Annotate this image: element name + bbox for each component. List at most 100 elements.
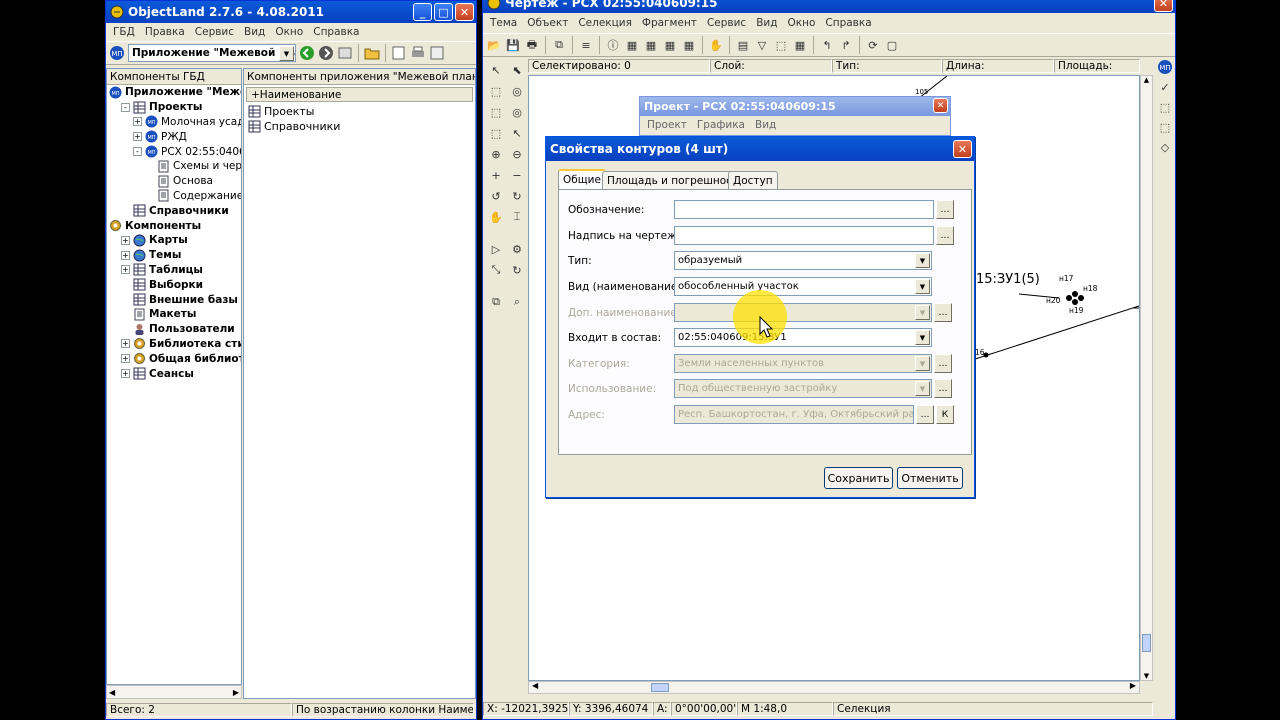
zoom-in-icon[interactable]: ⊕ bbox=[487, 145, 505, 163]
node6-icon[interactable]: ↖ bbox=[508, 124, 526, 142]
scroll-right-icon[interactable]: ▶ bbox=[1130, 681, 1136, 690]
table5-icon[interactable]: ▦ bbox=[792, 37, 808, 53]
frame-icon[interactable]: ⬚ bbox=[1157, 99, 1173, 115]
table2-icon[interactable]: ▦ bbox=[643, 37, 659, 53]
field-input[interactable]: 02:55:040609:15:ЗУ1 ▼ bbox=[674, 328, 932, 347]
chevron-down-icon[interactable]: ▼ bbox=[915, 279, 930, 294]
tree-item[interactable]: Выборки bbox=[107, 277, 241, 292]
expand-icon[interactable]: + bbox=[121, 235, 130, 245]
expand-icon[interactable]: + bbox=[121, 265, 130, 275]
refresh-icon[interactable]: ⟳ bbox=[865, 37, 881, 53]
tree-hscrollbar[interactable]: ◀ ▶ bbox=[106, 685, 242, 699]
layers-icon[interactable]: ≡ bbox=[578, 37, 594, 53]
tree-item[interactable]: Схемы и чертежи bbox=[107, 159, 241, 174]
browse-button[interactable]: … bbox=[936, 200, 954, 219]
select-icon[interactable]: ⬉ bbox=[508, 61, 526, 79]
tab-access[interactable]: Доступ bbox=[728, 171, 778, 189]
rotate-icon[interactable]: ↻ bbox=[508, 261, 526, 279]
save-icon[interactable]: 💾 bbox=[505, 37, 521, 53]
menu-graphics[interactable]: Графика bbox=[692, 119, 750, 131]
canvas-vscrollbar[interactable]: ▲ ▼ bbox=[1140, 75, 1153, 681]
pointer-icon[interactable]: ▷ bbox=[487, 240, 505, 258]
browse-button[interactable]: … bbox=[936, 226, 954, 245]
menu-view[interactable]: Вид bbox=[750, 119, 781, 131]
check-icon[interactable]: ✓ bbox=[1157, 79, 1173, 95]
forward-icon[interactable] bbox=[318, 45, 334, 61]
tree-item[interactable]: + Сеансы bbox=[107, 366, 241, 381]
chevron-down-icon[interactable]: ▼ bbox=[915, 381, 930, 396]
menu-help[interactable]: Справка bbox=[820, 17, 876, 29]
dialog-close-button[interactable]: ✕ bbox=[953, 140, 972, 158]
tree-item[interactable]: + Таблицы bbox=[107, 263, 241, 278]
resize-icon[interactable]: ⤡ bbox=[487, 261, 505, 279]
close-button[interactable]: ✕ bbox=[455, 3, 474, 21]
node3-icon[interactable]: ⬚ bbox=[487, 103, 505, 121]
tree-item[interactable]: Содержание bbox=[107, 189, 241, 204]
diamond-icon[interactable]: ◇ bbox=[1157, 139, 1173, 155]
save-button[interactable]: Сохранить bbox=[824, 467, 893, 489]
menu-theme[interactable]: Тема bbox=[485, 17, 522, 29]
menu-gbd[interactable]: ГБД bbox=[108, 26, 140, 38]
copy-icon[interactable]: ⧉ bbox=[551, 37, 567, 53]
tree-item[interactable]: -МП РСХ 02:55:040609 bbox=[107, 144, 241, 159]
scroll-left-icon[interactable]: ◀ bbox=[109, 688, 115, 697]
node2-icon[interactable]: ◎ bbox=[508, 82, 526, 100]
scroll-thumb-h[interactable] bbox=[651, 683, 669, 692]
print-icon[interactable] bbox=[410, 45, 426, 61]
rotate-left-icon[interactable]: ↺ bbox=[487, 187, 505, 205]
menu-service[interactable]: Сервис bbox=[702, 17, 751, 29]
info-icon[interactable]: ⓘ bbox=[605, 37, 621, 53]
print-icon[interactable]: 🖶 bbox=[524, 37, 540, 53]
menu-window[interactable]: Окно bbox=[270, 26, 308, 38]
menu-window[interactable]: Окно bbox=[782, 17, 820, 29]
measure-icon[interactable]: ⌶ bbox=[508, 208, 526, 226]
point-n17[interactable] bbox=[1072, 291, 1078, 297]
tree-item[interactable]: + Карты bbox=[107, 233, 241, 248]
copy-obj-icon[interactable]: ⧉ bbox=[487, 293, 505, 311]
tree-item[interactable]: Справочники bbox=[107, 203, 241, 218]
tree-item[interactable]: МП Приложение "Межевой план" bbox=[107, 85, 241, 100]
tool-a-icon[interactable]: ↰ bbox=[819, 37, 835, 53]
browse-button[interactable]: … bbox=[934, 379, 952, 398]
pan-icon[interactable]: ✋ bbox=[487, 208, 505, 226]
gear-icon[interactable]: ⚙ bbox=[508, 240, 526, 258]
collapse-icon[interactable]: - bbox=[121, 102, 130, 112]
menu-help[interactable]: Справка bbox=[308, 26, 364, 38]
field-input[interactable]: Респ. Башкортостан, г. Уфа, Октябрьский … bbox=[674, 405, 914, 424]
menu-selection[interactable]: Селекция bbox=[573, 17, 637, 29]
point-n18[interactable] bbox=[1066, 295, 1072, 301]
rotate-right-icon[interactable]: ↻ bbox=[508, 187, 526, 205]
chevron-down-icon[interactable]: ▼ bbox=[915, 305, 930, 320]
dialog-titlebar[interactable]: Свойства контуров (4 шт) ✕ bbox=[546, 137, 974, 161]
expand-icon[interactable]: + bbox=[121, 339, 130, 349]
expand-icon[interactable]: + bbox=[121, 354, 130, 364]
tree-item[interactable]: Компоненты bbox=[107, 218, 241, 233]
tree-item[interactable]: + МП РЖД bbox=[107, 129, 241, 144]
tab-general[interactable]: Общие bbox=[558, 169, 606, 189]
canvas-hscrollbar[interactable]: ▶ ◀ bbox=[528, 681, 1140, 694]
field-input[interactable]: ▼ bbox=[674, 303, 932, 322]
zoom-in-small-icon[interactable]: + bbox=[487, 166, 505, 184]
tree-item[interactable]: Макеты bbox=[107, 307, 241, 322]
project-titlebar[interactable]: Проект - РСХ 02:55:040609:15 ✕ bbox=[640, 97, 950, 116]
chevron-down-icon[interactable]: ▼ bbox=[915, 253, 930, 268]
search-obj-icon[interactable]: ⌕ bbox=[508, 293, 526, 311]
scroll-right-icon[interactable]: ▶ bbox=[233, 688, 239, 697]
tool-b-icon[interactable]: ↱ bbox=[838, 37, 854, 53]
chevron-down-icon[interactable]: ▼ bbox=[915, 356, 930, 371]
filter-icon[interactable]: ▽ bbox=[754, 37, 770, 53]
expand-icon[interactable]: + bbox=[133, 117, 142, 127]
app-select[interactable]: Приложение "Межевой план" ▼ bbox=[128, 44, 296, 62]
preview-icon[interactable] bbox=[391, 45, 407, 61]
open-folder-icon[interactable] bbox=[364, 45, 380, 61]
point-n19[interactable] bbox=[1072, 299, 1078, 305]
node5-icon[interactable]: ⬚ bbox=[487, 124, 505, 142]
tree-item[interactable]: + МП Молочная усадьба bbox=[107, 115, 241, 130]
open-icon[interactable]: 📂 bbox=[486, 37, 502, 53]
column-header-name[interactable]: +Наименование bbox=[246, 87, 473, 102]
menu-service[interactable]: Сервис bbox=[190, 26, 239, 38]
menu-view[interactable]: Вид bbox=[239, 26, 270, 38]
grid-icon[interactable]: ▤ bbox=[735, 37, 751, 53]
node-icon[interactable]: ⬚ bbox=[487, 82, 505, 100]
list-item[interactable]: Справочники bbox=[244, 119, 475, 134]
